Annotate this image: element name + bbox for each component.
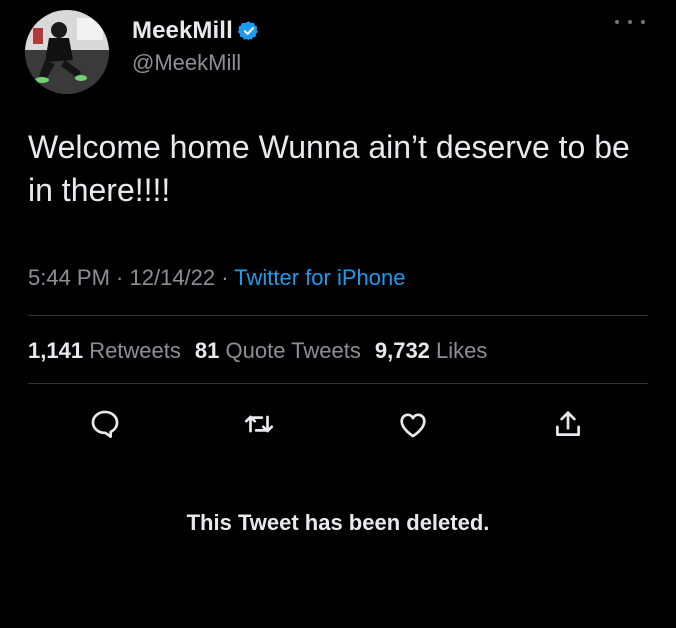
retweet-button[interactable]: [239, 404, 279, 444]
avatar-image: [25, 10, 109, 94]
tweet-header: MeekMill @MeekMill: [25, 10, 655, 94]
tweet-source[interactable]: Twitter for iPhone: [234, 265, 405, 290]
avatar[interactable]: [25, 10, 109, 94]
tweet-time[interactable]: 5:44 PM: [28, 265, 110, 290]
user-handle[interactable]: @MeekMill: [132, 50, 260, 76]
verified-badge-icon: [237, 20, 260, 42]
tweet-meta: 5:44 PM · 12/14/22 · Twitter for iPhone: [28, 265, 405, 291]
share-button[interactable]: [548, 404, 588, 444]
tweet-actions: [0, 404, 676, 444]
tweet-text: Welcome home Wunna ain’t deserve to be i…: [28, 129, 630, 208]
deleted-notice: This Tweet has been deleted.: [186, 510, 490, 535]
share-icon: [556, 411, 580, 436]
divider: [28, 383, 648, 384]
retweets-count: 1,141: [28, 338, 84, 363]
like-button[interactable]: [393, 404, 433, 444]
user-info: MeekMill @MeekMill: [132, 16, 260, 76]
tweet-date[interactable]: 12/14/22: [130, 265, 216, 290]
meta-separator: ·: [215, 265, 235, 290]
likes-stat[interactable]: 9,732 Likes: [375, 338, 488, 363]
reply-icon: [91, 410, 119, 438]
retweet-icon: [244, 415, 274, 433]
divider: [28, 315, 648, 316]
quotes-stat[interactable]: 81 Quote Tweets: [195, 338, 361, 363]
display-name-row: MeekMill: [132, 16, 260, 46]
quotes-count: 81: [194, 338, 220, 363]
meta-separator: ·: [109, 265, 130, 290]
likes-label: Likes: [436, 338, 488, 363]
retweets-stat[interactable]: 1,141 Retweets: [28, 338, 181, 363]
more-options-icon[interactable]: [615, 12, 645, 32]
retweets-label: Retweets: [89, 338, 181, 363]
reply-button[interactable]: [85, 404, 125, 444]
tweet-screen: MeekMill @MeekMill Welcome home Wunna ai…: [0, 0, 676, 628]
quotes-label: Quote Tweets: [225, 338, 361, 363]
likes-count: 9,732: [374, 338, 430, 363]
like-icon: [400, 413, 426, 438]
tweet-stats: 1,141 Retweets 81 Quote Tweets 9,732 Likes: [28, 338, 487, 364]
display-name[interactable]: MeekMill: [132, 17, 233, 45]
